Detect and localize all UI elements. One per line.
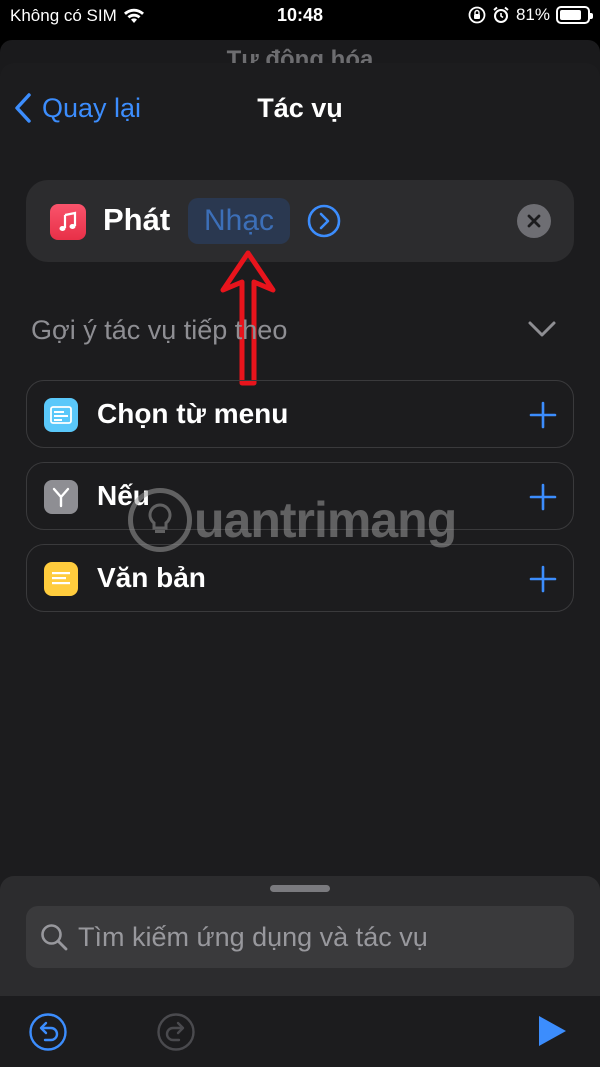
search-panel bbox=[0, 876, 600, 996]
bottom-toolbar bbox=[0, 996, 600, 1067]
suggestion-choose-from-menu[interactable]: Chọn từ menu bbox=[26, 380, 574, 448]
parameter-label: Nhạc bbox=[203, 204, 275, 237]
status-bar: Không có SIM 10:48 81% bbox=[0, 0, 600, 36]
action-verb: Phát bbox=[103, 202, 171, 237]
music-icon bbox=[50, 204, 86, 240]
alarm-icon bbox=[493, 6, 509, 23]
sheet-grabber[interactable] bbox=[270, 885, 330, 892]
plus-icon[interactable] bbox=[529, 565, 557, 593]
redo-icon bbox=[157, 1013, 195, 1051]
search-field[interactable] bbox=[26, 906, 574, 968]
chevron-down-icon bbox=[528, 321, 556, 337]
search-icon bbox=[41, 924, 68, 951]
lightbulb-icon bbox=[128, 488, 192, 552]
play-icon[interactable] bbox=[536, 1014, 568, 1048]
suggestions-header: Gợi ý tác vụ tiếp theo bbox=[31, 315, 288, 345]
close-icon bbox=[527, 214, 541, 228]
suggestion-label: Chọn từ menu bbox=[97, 398, 289, 429]
branch-icon bbox=[44, 480, 78, 514]
action-card-play-music[interactable]: Phát Nhạc bbox=[26, 180, 574, 262]
plus-icon[interactable] bbox=[529, 483, 557, 511]
status-indicators: 81% bbox=[462, 5, 593, 25]
suggestion-label: Văn bản bbox=[97, 562, 206, 593]
battery-percent: 81% bbox=[515, 5, 550, 24]
watermark-logo: uantrimang bbox=[128, 488, 457, 552]
search-input[interactable] bbox=[78, 921, 548, 953]
menu-icon bbox=[44, 398, 78, 432]
music-note-icon bbox=[59, 211, 77, 231]
orientation-lock-icon bbox=[468, 6, 486, 24]
undo-icon[interactable] bbox=[28, 1012, 68, 1052]
battery-icon bbox=[556, 6, 593, 24]
expand-action-button[interactable] bbox=[307, 204, 341, 243]
chevron-right-circle-icon bbox=[307, 204, 341, 238]
battery-fill bbox=[560, 10, 582, 20]
text-icon bbox=[44, 562, 78, 596]
music-parameter-button[interactable]: Nhạc bbox=[188, 198, 290, 244]
suggestion-text[interactable]: Văn bản bbox=[26, 544, 574, 612]
watermark-text: uantrimang bbox=[194, 492, 457, 548]
collapse-suggestions-button[interactable] bbox=[527, 320, 557, 343]
plus-icon[interactable] bbox=[529, 401, 557, 429]
page-title: Tác vụ bbox=[257, 93, 343, 123]
remove-action-button[interactable] bbox=[517, 204, 551, 238]
